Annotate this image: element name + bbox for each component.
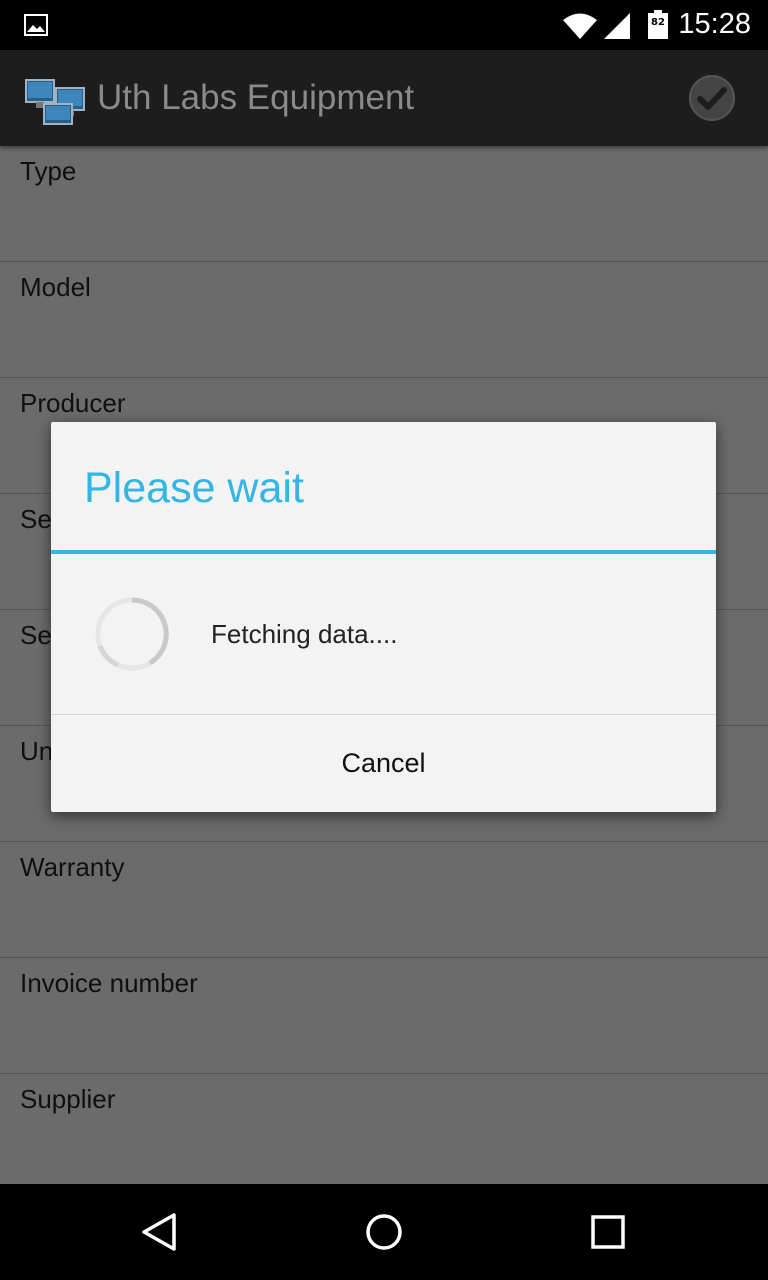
- home-icon[interactable]: [360, 1208, 408, 1256]
- app-logo-icon: [25, 79, 85, 125]
- recents-icon[interactable]: [584, 1208, 632, 1256]
- action-bar: Uth Labs Equipment: [0, 50, 768, 146]
- row-label: Invoice number: [20, 968, 198, 998]
- checkmark-icon[interactable]: [688, 74, 736, 122]
- battery-level: 82: [651, 17, 665, 28]
- row-label: Un: [20, 736, 54, 766]
- title-divider: [51, 550, 716, 554]
- row-label: Se: [20, 504, 52, 534]
- loading-spinner-icon: [95, 597, 169, 671]
- row-label: Supplier: [20, 1084, 116, 1114]
- cancel-button[interactable]: Cancel: [51, 715, 716, 812]
- signal-icon: [604, 13, 630, 39]
- row-label: Warranty: [20, 852, 125, 882]
- gallery-icon: [24, 14, 48, 36]
- dialog-title: Please wait: [84, 464, 304, 512]
- row-label: Se: [20, 620, 52, 650]
- dialog-message: Fetching data....: [211, 619, 398, 649]
- navigation-bar: [0, 1184, 768, 1280]
- form-row-model[interactable]: Model: [0, 262, 768, 378]
- progress-dialog: Please wait Fetching data.... Cancel: [51, 422, 716, 812]
- row-label: Model: [20, 272, 91, 302]
- form-row-invoice-number[interactable]: Invoice number: [0, 958, 768, 1074]
- form-row-type[interactable]: Type: [0, 146, 768, 262]
- row-label: Producer: [20, 388, 126, 418]
- form-row-supplier[interactable]: Supplier: [0, 1074, 768, 1190]
- form-row-warranty[interactable]: Warranty: [0, 842, 768, 958]
- clock: 15:28: [678, 8, 751, 40]
- wifi-icon: [563, 13, 597, 39]
- app-title: Uth Labs Equipment: [97, 78, 415, 117]
- status-bar: 82 15:28: [0, 0, 768, 50]
- back-icon[interactable]: [136, 1208, 184, 1256]
- row-label: Type: [20, 156, 77, 186]
